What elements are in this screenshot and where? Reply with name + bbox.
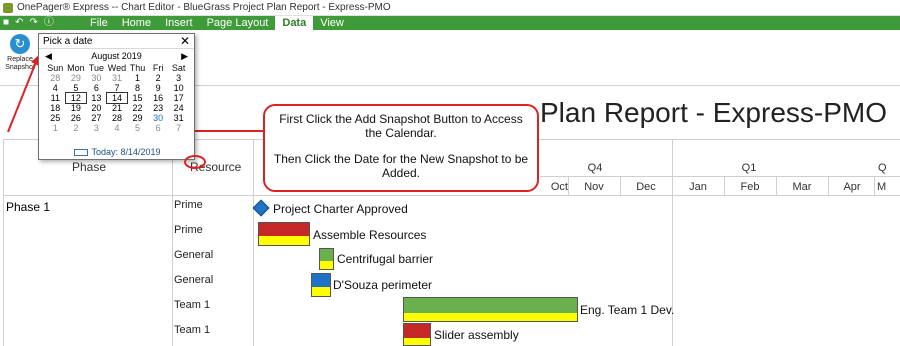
calendar-day[interactable]: 10 bbox=[168, 83, 189, 93]
callout-line-1: First Click the Add Snapshot Button to A… bbox=[279, 112, 523, 140]
weekday-label: Fri bbox=[152, 63, 164, 73]
calendar-day[interactable]: 15 bbox=[127, 93, 148, 103]
calendar-day[interactable]: 21 bbox=[107, 103, 128, 113]
callout-line-2: Then Click the Date for the New Snapshot… bbox=[273, 152, 529, 180]
calendar-day[interactable]: 18 bbox=[45, 103, 66, 113]
calendar-day[interactable]: 12 bbox=[64, 92, 88, 104]
calendar-day[interactable]: 20 bbox=[86, 103, 107, 113]
calendar-day[interactable]: 3 bbox=[86, 123, 107, 133]
calendar-day-today[interactable]: 14 bbox=[105, 92, 129, 104]
calendar-day[interactable]: 28 bbox=[107, 113, 128, 123]
calendar-day[interactable]: 9 bbox=[148, 83, 169, 93]
calendar-day[interactable]: 11 bbox=[45, 93, 66, 103]
calendar-day[interactable]: 30 bbox=[86, 73, 107, 83]
calendar-day[interactable]: 3 bbox=[168, 73, 189, 83]
calendar-day[interactable]: 5 bbox=[66, 83, 87, 93]
calendar-day[interactable]: 4 bbox=[45, 83, 66, 93]
calendar-day[interactable]: 24 bbox=[168, 103, 189, 113]
calendar-day[interactable]: 22 bbox=[127, 103, 148, 113]
close-icon[interactable]: ✕ bbox=[180, 35, 190, 47]
calendar-day[interactable]: 6 bbox=[86, 83, 107, 93]
calendar-day[interactable]: 26 bbox=[66, 113, 87, 123]
date-picker-popup: Pick a date ✕ ◀ August 2019 ▶ Sun Mon Tu… bbox=[38, 33, 206, 169]
chevron-right-icon[interactable]: ▶ bbox=[181, 51, 188, 62]
weekday-label: Sat bbox=[171, 63, 186, 73]
calendar-day[interactable]: 1 bbox=[127, 73, 148, 83]
chevron-left-icon[interactable]: ◀ bbox=[45, 51, 52, 62]
today-swatch-icon bbox=[74, 149, 89, 156]
month-label[interactable]: August 2019 bbox=[91, 51, 142, 61]
date-picker-header: Pick a date ✕ bbox=[39, 34, 194, 49]
calendar-day[interactable]: 31 bbox=[168, 113, 189, 123]
calendar-day[interactable]: 16 bbox=[148, 93, 169, 103]
calendar-day[interactable]: 23 bbox=[148, 103, 169, 113]
weekday-label: Wed bbox=[107, 63, 127, 73]
date-picker-title: Pick a date bbox=[43, 35, 93, 47]
calendar-day[interactable]: 2 bbox=[66, 123, 87, 133]
calendar-day[interactable]: 7 bbox=[107, 83, 128, 93]
calendar-grid: Sun Mon Tue Wed Thu Fri Sat 28 29 30 31 … bbox=[45, 63, 189, 133]
month-navigator: ◀ August 2019 ▶ bbox=[39, 49, 194, 63]
weekday-label: Mon bbox=[67, 63, 85, 73]
calendar-day[interactable]: 25 bbox=[45, 113, 66, 123]
weekday-label: Thu bbox=[129, 63, 146, 73]
arrow-to-replace-button bbox=[7, 61, 37, 133]
today-button[interactable]: Today: 8/14/2019 bbox=[39, 147, 196, 157]
instruction-callout: First Click the Add Snapshot Button to A… bbox=[263, 104, 539, 192]
calendar-day[interactable]: 2 bbox=[148, 73, 169, 83]
calendar-day[interactable]: 13 bbox=[86, 93, 107, 103]
weekday-label: Sun bbox=[47, 63, 64, 73]
calendar-day[interactable]: 19 bbox=[66, 103, 87, 113]
calendar-day[interactable]: 5 bbox=[127, 123, 148, 133]
calendar-day[interactable]: 31 bbox=[107, 73, 128, 83]
calendar-day-selected[interactable]: 30 bbox=[148, 113, 169, 123]
calendar-day[interactable]: 6 bbox=[148, 123, 169, 133]
calendar-day[interactable]: 8 bbox=[127, 83, 148, 93]
calendar-day[interactable]: 28 bbox=[45, 73, 66, 83]
calendar-day[interactable]: 29 bbox=[66, 73, 87, 83]
calendar-day[interactable]: 29 bbox=[127, 113, 148, 123]
selected-date-highlight bbox=[184, 155, 206, 169]
today-label: Today: 8/14/2019 bbox=[91, 147, 161, 157]
calendar-day[interactable]: 7 bbox=[168, 123, 189, 133]
weekday-label: Tue bbox=[88, 63, 104, 73]
calendar-day[interactable]: 1 bbox=[45, 123, 66, 133]
calendar-day[interactable]: 17 bbox=[168, 93, 189, 103]
calendar-day[interactable]: 4 bbox=[107, 123, 128, 133]
calendar-day[interactable]: 27 bbox=[86, 113, 107, 123]
